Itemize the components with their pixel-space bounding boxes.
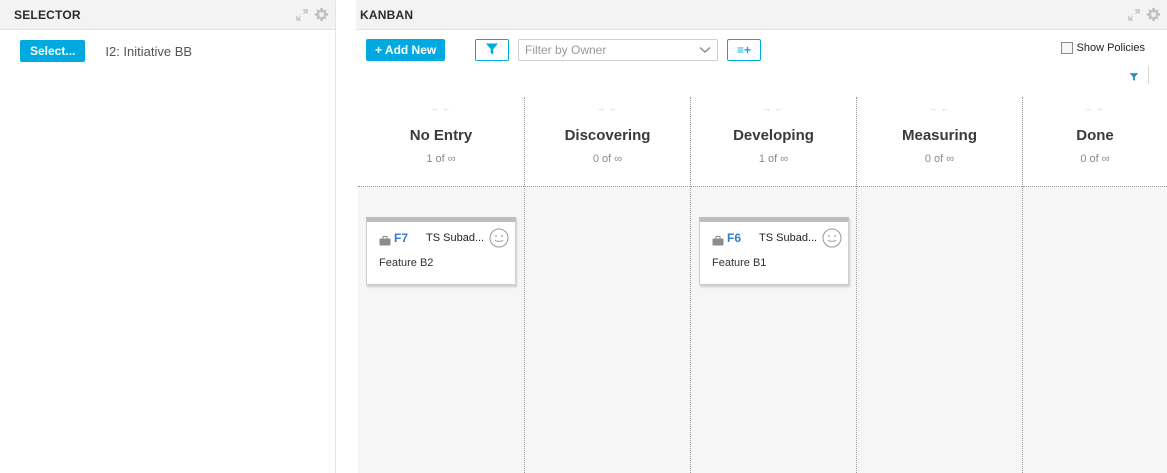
expand-icon[interactable] (296, 8, 308, 21)
selector-title: SELECTOR (14, 7, 81, 22)
chevron-down-icon (699, 43, 711, 57)
card-id[interactable]: F7 (394, 231, 408, 245)
column-body[interactable]: F7 TS Subad... Feature B2 (358, 187, 524, 473)
gear-icon[interactable] (314, 7, 329, 22)
selector-header: SELECTOR (0, 0, 335, 30)
collapse-icon[interactable]: → ← (1023, 104, 1167, 114)
collapse-icon[interactable]: → ← (358, 104, 524, 114)
column-body[interactable] (525, 187, 690, 473)
column-header: → ← Measuring 0 of ∞ (857, 97, 1022, 187)
column-developing: → ← Developing 1 of ∞ F6 TS Subad... Fea… (690, 97, 856, 473)
fields-picker-button[interactable]: ≡+ (727, 39, 761, 61)
selected-item-label: I2: Initiative BB (105, 43, 193, 59)
column-header: → ← Developing 1 of ∞ (691, 97, 856, 187)
show-policies-label: Show Policies (1076, 42, 1145, 54)
briefcase-icon (712, 233, 724, 246)
column-count: 1 of ∞ (426, 153, 456, 165)
kanban-panel: KANBAN + Add New Filter by Owner ≡+ Show… (356, 0, 1167, 473)
column-measuring: → ← Measuring 0 of ∞ (856, 97, 1022, 473)
owner-filter-select[interactable]: Filter by Owner (518, 39, 718, 61)
column-count: 0 of ∞ (1080, 153, 1110, 165)
collapse-icon[interactable]: → ← (525, 104, 690, 114)
column-count: 0 of ∞ (924, 153, 955, 165)
kanban-title: KANBAN (360, 7, 414, 22)
column-body[interactable] (857, 187, 1022, 473)
select-button[interactable]: Select... (20, 40, 86, 62)
divider (1148, 66, 1149, 84)
column-no-entry: → ← No Entry 1 of ∞ F7 TS Subad... Featu… (358, 97, 524, 473)
gear-icon[interactable] (1146, 7, 1161, 22)
funnel-icon[interactable] (1129, 69, 1139, 87)
briefcase-icon (379, 233, 391, 246)
column-discovering: → ← Discovering 0 of ∞ (524, 97, 690, 473)
kanban-header: KANBAN (356, 0, 1167, 30)
column-title: Measuring (901, 127, 977, 144)
funnel-icon (485, 42, 499, 59)
smiley-icon (822, 228, 842, 253)
card-f6[interactable]: F6 TS Subad... Feature B1 (699, 217, 849, 285)
filter-button[interactable] (475, 39, 509, 61)
column-title: Discovering (564, 127, 651, 144)
kanban-board: → ← No Entry 1 of ∞ F7 TS Subad... Featu… (358, 97, 1167, 473)
column-header: → ← Discovering 0 of ∞ (525, 97, 690, 187)
column-title: No Entry (409, 127, 473, 144)
show-policies-toggle[interactable]: Show Policies (1060, 42, 1145, 54)
collapse-icon[interactable]: → ← (857, 104, 1022, 114)
smiley-icon (489, 228, 509, 253)
column-header: → ← Done 0 of ∞ (1023, 97, 1167, 187)
column-title: Developing (733, 127, 814, 144)
card-id[interactable]: F6 (727, 231, 741, 245)
card-f7[interactable]: F7 TS Subad... Feature B2 (366, 217, 516, 285)
column-header: → ← No Entry 1 of ∞ (358, 97, 524, 187)
column-count: 0 of ∞ (592, 153, 623, 165)
expand-icon[interactable] (1128, 8, 1140, 21)
show-policies-checkbox[interactable] (1060, 42, 1073, 54)
column-body[interactable]: F6 TS Subad... Feature B1 (691, 187, 856, 473)
owner-filter-placeholder: Filter by Owner (525, 43, 607, 57)
kanban-toolbar: + Add New Filter by Owner ≡+ Show Polici… (356, 30, 1167, 70)
column-count: 1 of ∞ (758, 153, 789, 165)
selector-panel: SELECTOR Select... I2: Initiative BB (0, 0, 336, 473)
collapse-icon[interactable]: → ← (691, 104, 856, 114)
add-new-button[interactable]: + Add New (366, 39, 446, 61)
column-title: Done (1076, 127, 1114, 144)
column-done: → ← Done 0 of ∞ (1022, 97, 1167, 473)
column-body[interactable] (1023, 187, 1167, 473)
